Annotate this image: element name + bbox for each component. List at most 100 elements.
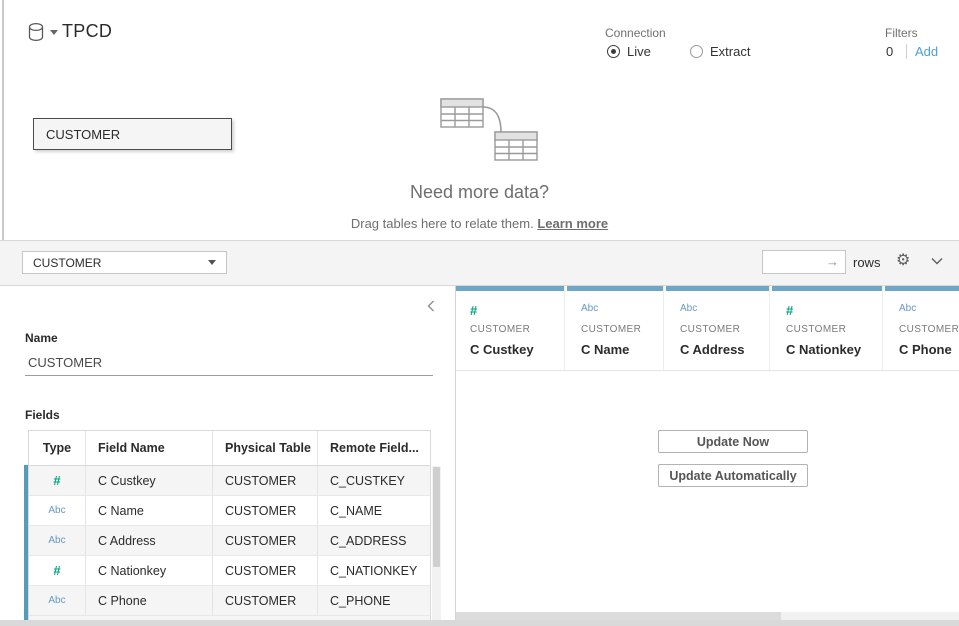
go-arrow-icon[interactable]: → (826, 254, 839, 269)
field-name-cell: C Name (86, 496, 213, 525)
learn-more-link[interactable]: Learn more (537, 216, 608, 231)
field-row-c-name[interactable]: AbcC NameCUSTOMERC_NAME (29, 496, 430, 526)
rows-input-wrap: → (762, 250, 846, 274)
update-automatically-button[interactable]: Update Automatically (658, 464, 808, 487)
number-icon: # (786, 303, 882, 318)
rows-input[interactable] (763, 251, 823, 273)
filters-divider (906, 44, 907, 59)
filters-count: 0 (886, 44, 893, 59)
grid-column-c-name[interactable]: Abc CUSTOMER C Name (567, 286, 664, 370)
column-field-name: C Custkey (470, 342, 564, 357)
column-table-name: CUSTOMER (680, 324, 769, 335)
remote-field-cell: C_PHONE (318, 586, 430, 615)
field-row-c-address[interactable]: AbcC AddressCUSTOMERC_ADDRESS (29, 526, 430, 556)
grid-column-c-nationkey[interactable]: # CUSTOMER C Nationkey (772, 286, 883, 370)
field-row-c-phone[interactable]: AbcC PhoneCUSTOMERC_PHONE (29, 586, 430, 616)
logical-table-label: CUSTOMER (46, 127, 120, 142)
radio-extract[interactable]: Extract (690, 44, 750, 59)
fields-header-3[interactable]: Remote Field... (318, 431, 430, 465)
column-table-name: CUSTOMER (786, 324, 882, 335)
string-icon: Abc (680, 303, 769, 318)
physical-table-cell: CUSTOMER (213, 556, 318, 585)
radio-live-icon[interactable] (607, 45, 620, 58)
fields-header-0[interactable]: Type (29, 431, 86, 465)
grid-scrollbar-thumb[interactable] (456, 612, 781, 620)
fields-label: Fields (25, 408, 60, 422)
grid-column-c-address[interactable]: Abc CUSTOMER C Address (666, 286, 770, 370)
number-icon: # (29, 556, 86, 585)
radio-extract-label: Extract (710, 44, 750, 59)
column-field-name: C Nationkey (786, 342, 882, 357)
remote-field-cell: C_NAME (318, 496, 430, 525)
remote-field-cell: C_NATIONKEY (318, 556, 430, 585)
fields-header-2[interactable]: Physical Table (213, 431, 318, 465)
filters-add-link[interactable]: Add (915, 44, 938, 59)
select-caret-icon (208, 260, 216, 265)
selected-table-stripe (24, 465, 28, 620)
chevron-down-icon[interactable] (931, 257, 943, 265)
window-bottom-strip (0, 620, 959, 626)
remote-field-cell: C_ADDRESS (318, 526, 430, 555)
column-table-name: CUSTOMER (899, 324, 959, 335)
column-table-name: CUSTOMER (470, 324, 564, 335)
grid-horizontal-scrollbar[interactable] (456, 612, 959, 620)
grid-column-c-custkey[interactable]: # CUSTOMER C Custkey (456, 286, 565, 370)
field-row-c-nationkey[interactable]: #C NationkeyCUSTOMERC_NATIONKEY (29, 556, 430, 586)
number-icon: # (29, 466, 86, 495)
remote-field-cell: C_CUSTKEY (318, 466, 430, 495)
fields-table-scrollbar-thumb[interactable] (433, 467, 440, 567)
rows-label: rows (853, 255, 880, 270)
table-select-value: CUSTOMER (33, 256, 101, 270)
update-now-button[interactable]: Update Now (658, 430, 808, 453)
field-row-c-custkey[interactable]: #C CustkeyCUSTOMERC_CUSTKEY (29, 466, 430, 496)
collapse-panel-icon[interactable] (427, 300, 435, 312)
grid-columns: # CUSTOMER C Custkey Abc CUSTOMER C Name Abc CU… (456, 286, 959, 370)
field-name-cell: C Nationkey (86, 556, 213, 585)
grid-column-c-phone[interactable]: Abc CUSTOMER C Phone (885, 286, 959, 370)
column-field-name: C Name (581, 342, 663, 357)
number-icon: # (470, 303, 564, 318)
string-icon: Abc (581, 303, 663, 318)
string-icon: Abc (29, 526, 86, 555)
name-field-wrap (25, 350, 433, 376)
name-label: Name (25, 331, 58, 345)
physical-table-cell: CUSTOMER (213, 496, 318, 525)
empty-hint-text: Drag tables here to relate them. (351, 216, 534, 231)
column-field-name: C Address (680, 342, 769, 357)
column-table-name: CUSTOMER (581, 324, 663, 335)
fields-table-vertical-scrollbar[interactable] (432, 466, 441, 620)
physical-table-cell: CUSTOMER (213, 526, 318, 555)
column-accent-bar (885, 286, 959, 291)
table-select-dropdown[interactable]: CUSTOMER (22, 251, 227, 274)
physical-table-cell: CUSTOMER (213, 466, 318, 495)
fields-header-1[interactable]: Field Name (86, 431, 213, 465)
database-icon[interactable] (28, 22, 46, 44)
column-accent-bar (567, 286, 663, 291)
radio-live-label: Live (627, 44, 651, 59)
column-field-name: C Phone (899, 342, 959, 357)
fields-table: TypeField NamePhysical TableRemote Field… (28, 430, 431, 620)
database-menu-caret-icon[interactable] (50, 30, 58, 35)
logical-table-customer[interactable]: CUSTOMER (33, 118, 232, 150)
gear-icon[interactable]: ⚙ (896, 251, 910, 271)
datasource-title: TPCD (62, 21, 112, 42)
fields-table-header: TypeField NamePhysical TableRemote Field… (29, 431, 430, 466)
field-name-cell: C Address (86, 526, 213, 555)
column-accent-bar (772, 286, 882, 291)
connection-label: Connection (605, 26, 666, 40)
filters-label: Filters (885, 26, 918, 40)
data-preview-grid: # CUSTOMER C Custkey Abc CUSTOMER C Name Abc CU… (456, 286, 959, 620)
string-icon: Abc (29, 586, 86, 615)
tableau-datasource-page: TPCD Connection Live Extract Filters 0 A… (0, 0, 959, 626)
table-details-panel: Name Fields TypeField NamePhysical Table… (0, 286, 455, 620)
grid-header-underline (456, 370, 959, 371)
radio-live[interactable]: Live (607, 44, 651, 59)
radio-extract-icon[interactable] (690, 45, 703, 58)
field-name-cell: C Custkey (86, 466, 213, 495)
string-icon: Abc (29, 496, 86, 525)
empty-state-hint: Drag tables here to relate them. Learn m… (0, 216, 959, 231)
string-icon: Abc (899, 303, 959, 318)
name-input[interactable] (25, 350, 433, 370)
fields-table-body: #C CustkeyCUSTOMERC_CUSTKEYAbcC NameCUST… (29, 466, 430, 620)
column-accent-bar (666, 286, 769, 291)
